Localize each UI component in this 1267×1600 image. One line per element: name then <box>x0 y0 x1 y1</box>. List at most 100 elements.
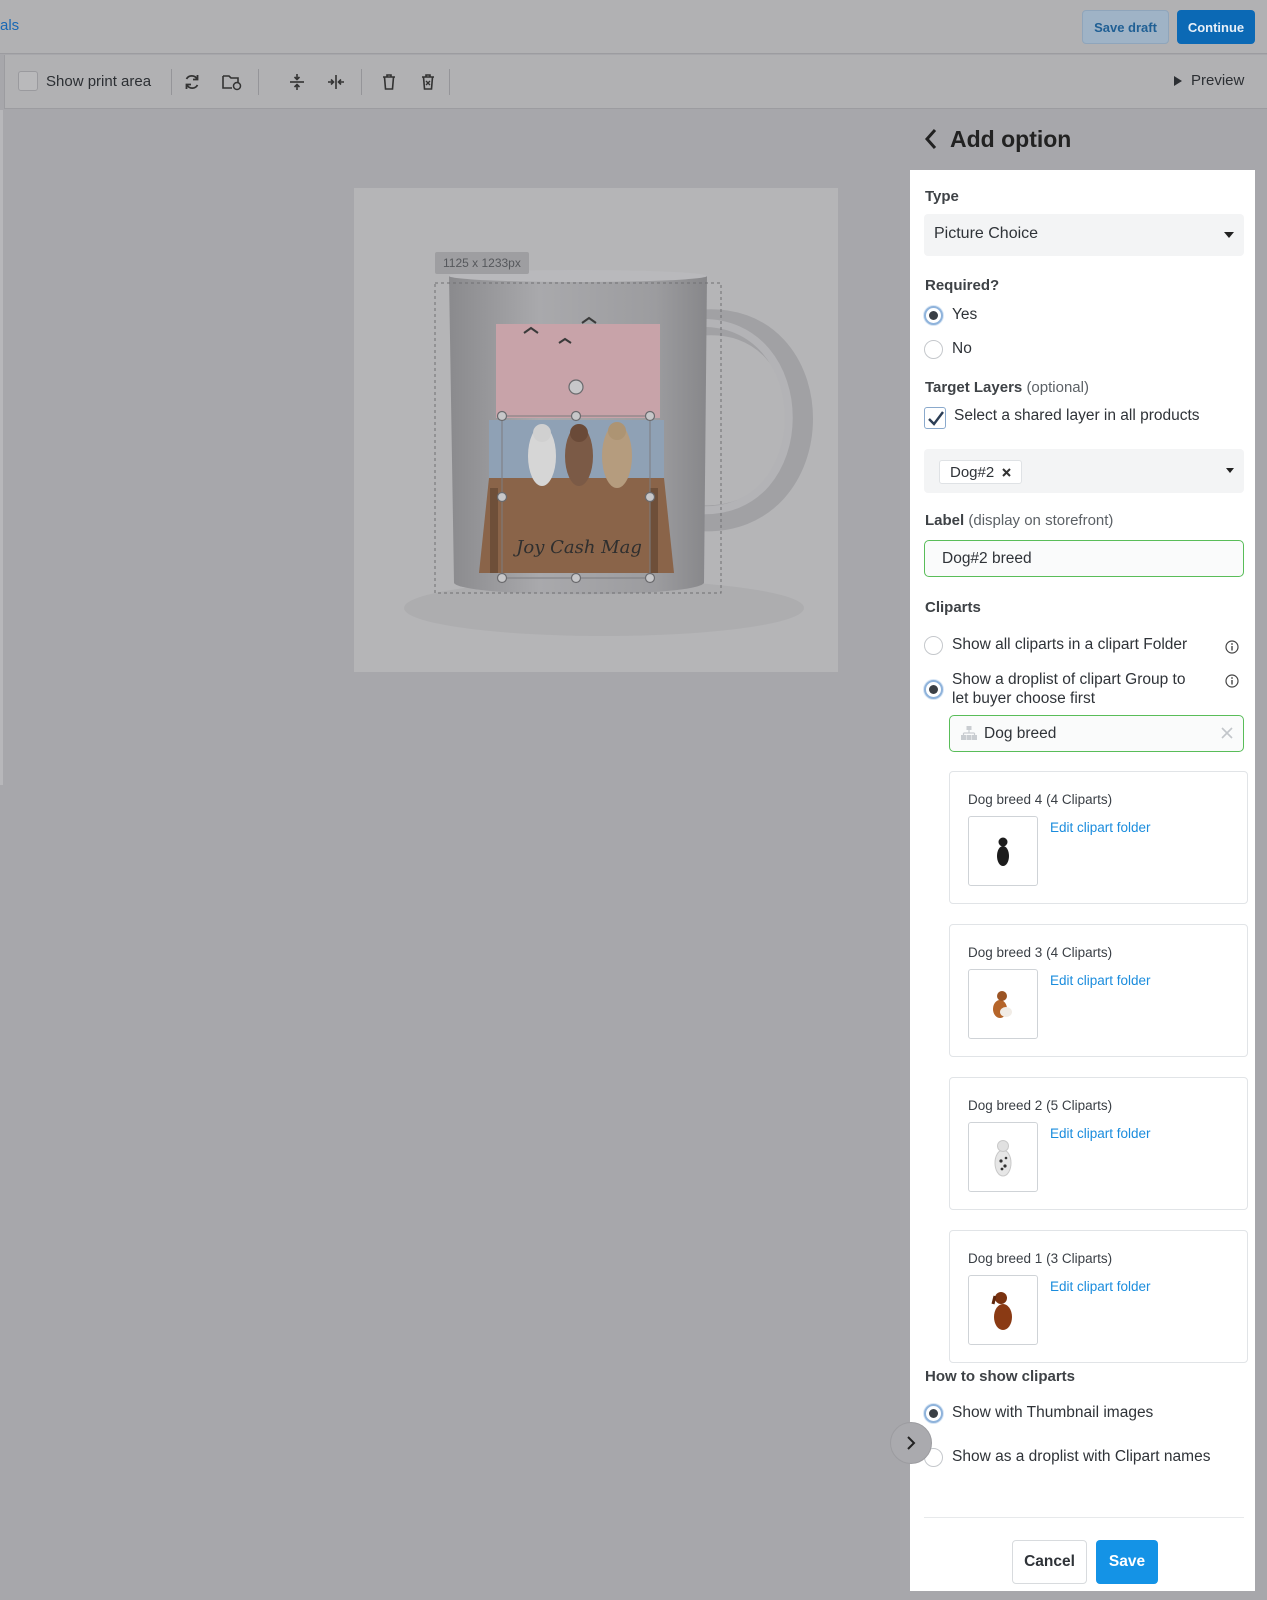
save-button[interactable]: Save <box>1096 1540 1158 1584</box>
label-field-title: Label <box>925 512 965 529</box>
editor-toolbar: Show print area Preview <box>4 55 1267 109</box>
dog-icon <box>994 1140 1012 1177</box>
group-icon <box>961 726 977 740</box>
edit-clipart-folder-link[interactable]: Edit clipart folder <box>1050 820 1151 835</box>
add-option-panel: Type Picture Choice Required? Yes No Tar… <box>910 170 1255 1591</box>
preview-label: Preview <box>1191 72 1245 89</box>
caret-down-icon <box>1224 232 1234 238</box>
back-arrow-icon[interactable] <box>924 128 938 150</box>
show-droplist-label: Show as a droplist with Clipart names <box>952 1448 1211 1465</box>
toolbar-divider <box>361 69 362 95</box>
target-layer-select[interactable]: Dog#2 <box>924 449 1244 493</box>
radio-unselected[interactable] <box>924 340 943 359</box>
clipart-folder-option-label: Show all cliparts in a clipart Folder <box>952 636 1188 653</box>
clipart-folder-title: Dog breed 3 (4 Cliparts) <box>968 945 1113 960</box>
dog-icon <box>991 1292 1012 1330</box>
info-icon[interactable] <box>1225 674 1239 688</box>
shared-layer-checkbox[interactable] <box>924 407 946 429</box>
svg-text:Joy Cash Mag: Joy Cash Mag <box>512 537 642 558</box>
toolbar-divider <box>171 69 172 95</box>
remove-tag-icon[interactable] <box>1002 467 1011 477</box>
clipart-group-radio[interactable]: Show a droplist of clipart Group to let … <box>924 670 1199 708</box>
clipart-thumbnail <box>968 1275 1038 1345</box>
collapse-panel-button[interactable] <box>890 1422 932 1464</box>
preview-button[interactable]: Preview <box>1173 72 1244 89</box>
type-select[interactable]: Picture Choice <box>924 214 1244 256</box>
play-icon <box>1174 75 1182 86</box>
clipart-folder-card: Dog breed 1 (3 Cliparts) Edit clipart fo… <box>949 1230 1248 1363</box>
clipart-thumbnail <box>968 1122 1038 1192</box>
canvas-edge <box>0 110 3 785</box>
caret-down-icon <box>1226 468 1234 473</box>
shared-layer-label: Select a shared layer in all products <box>954 407 1200 424</box>
label-field-label: Label (display on storefront) <box>925 512 1113 529</box>
label-field-hint: (display on storefront) <box>968 512 1114 529</box>
show-print-area-checkbox[interactable] <box>18 71 38 91</box>
radio-unselected[interactable] <box>924 636 943 655</box>
dimension-badge: 1125 x 1233px <box>435 252 529 274</box>
required-yes-radio[interactable]: Yes <box>924 306 977 325</box>
clipart-folder-card: Dog breed 4 (4 Cliparts) Edit clipart fo… <box>949 771 1248 904</box>
clipart-group-option-label: Show a droplist of clipart Group to let … <box>952 671 1186 707</box>
clipart-folder-card: Dog breed 3 (4 Cliparts) Edit clipart fo… <box>949 924 1248 1057</box>
target-layers-title: Target Layers <box>925 379 1023 396</box>
toolbar-divider <box>258 69 259 95</box>
shared-layer-checkbox-row[interactable]: Select a shared layer in all products <box>924 407 1200 429</box>
clipart-folder-title: Dog breed 4 (4 Cliparts) <box>968 792 1113 807</box>
clipart-thumbnail <box>968 816 1038 886</box>
top-bar: als Save draft Continue <box>0 0 1267 54</box>
show-print-area-label: Show print area <box>46 73 152 90</box>
show-thumbnail-radio[interactable]: Show with Thumbnail images <box>924 1404 1153 1423</box>
clipart-folder-title: Dog breed 2 (5 Cliparts) <box>968 1098 1113 1113</box>
panel-title: Add option <box>950 126 1072 152</box>
product-artboard[interactable]: Joy Cash Mag <box>354 188 838 672</box>
toolbar-divider <box>449 69 450 95</box>
show-thumbnail-label: Show with Thumbnail images <box>952 1404 1154 1421</box>
layer-tag-label: Dog#2 <box>950 463 995 481</box>
info-icon[interactable] <box>1225 640 1239 654</box>
breadcrumb-link[interactable]: als <box>0 17 19 34</box>
type-label: Type <box>925 188 959 205</box>
replace-image-icon[interactable] <box>219 69 245 95</box>
layer-tag: Dog#2 <box>939 460 1023 484</box>
required-yes-label: Yes <box>952 306 978 323</box>
save-draft-button[interactable]: Save draft <box>1082 10 1169 44</box>
mug-mockup-image: Joy Cash Mag <box>404 270 813 636</box>
checkmark-icon <box>928 411 944 426</box>
show-droplist-radio[interactable]: Show as a droplist with Clipart names <box>924 1448 1210 1467</box>
radio-selected[interactable] <box>924 679 943 699</box>
cliparts-label: Cliparts <box>925 599 981 616</box>
delete-all-icon[interactable] <box>415 69 441 95</box>
target-layers-label: Target Layers (optional) <box>925 379 1089 396</box>
required-no-radio[interactable]: No <box>924 340 972 359</box>
edit-clipart-folder-link[interactable]: Edit clipart folder <box>1050 1279 1151 1294</box>
radio-selected[interactable] <box>924 1404 943 1423</box>
edit-clipart-folder-link[interactable]: Edit clipart folder <box>1050 973 1151 988</box>
chevron-right-icon <box>907 1436 916 1450</box>
clipart-group-select[interactable]: Dog breed <box>949 715 1244 752</box>
dog-icon <box>997 837 1009 866</box>
cancel-button[interactable]: Cancel <box>1012 1540 1087 1584</box>
align-horizontal-center-icon[interactable] <box>323 69 349 95</box>
clipart-folder-title: Dog breed 1 (3 Cliparts) <box>968 1251 1113 1266</box>
edit-clipart-folder-link[interactable]: Edit clipart folder <box>1050 1126 1151 1141</box>
panel-header: Add option <box>910 110 1267 170</box>
refresh-icon[interactable] <box>179 69 205 95</box>
delete-icon[interactable] <box>376 69 402 95</box>
align-vertical-center-icon[interactable] <box>284 69 310 95</box>
clear-icon[interactable] <box>1221 727 1233 739</box>
required-no-label: No <box>952 340 972 357</box>
clipart-group-value: Dog breed <box>984 725 1057 742</box>
clipart-thumbnail <box>968 969 1038 1039</box>
radio-selected[interactable] <box>924 306 943 325</box>
label-input[interactable]: Dog#2 breed <box>924 540 1244 577</box>
target-layers-optional: (optional) <box>1026 379 1089 396</box>
clipart-folder-card: Dog breed 2 (5 Cliparts) Edit clipart fo… <box>949 1077 1248 1210</box>
dog-icon <box>993 991 1012 1018</box>
how-to-show-label: How to show cliparts <box>925 1368 1076 1385</box>
clipart-folder-radio[interactable]: Show all cliparts in a clipart Folder <box>924 636 1224 655</box>
type-select-value: Picture Choice <box>934 225 1039 242</box>
required-label: Required? <box>925 277 1000 294</box>
panel-footer-divider <box>924 1517 1244 1518</box>
continue-button[interactable]: Continue <box>1177 10 1255 44</box>
